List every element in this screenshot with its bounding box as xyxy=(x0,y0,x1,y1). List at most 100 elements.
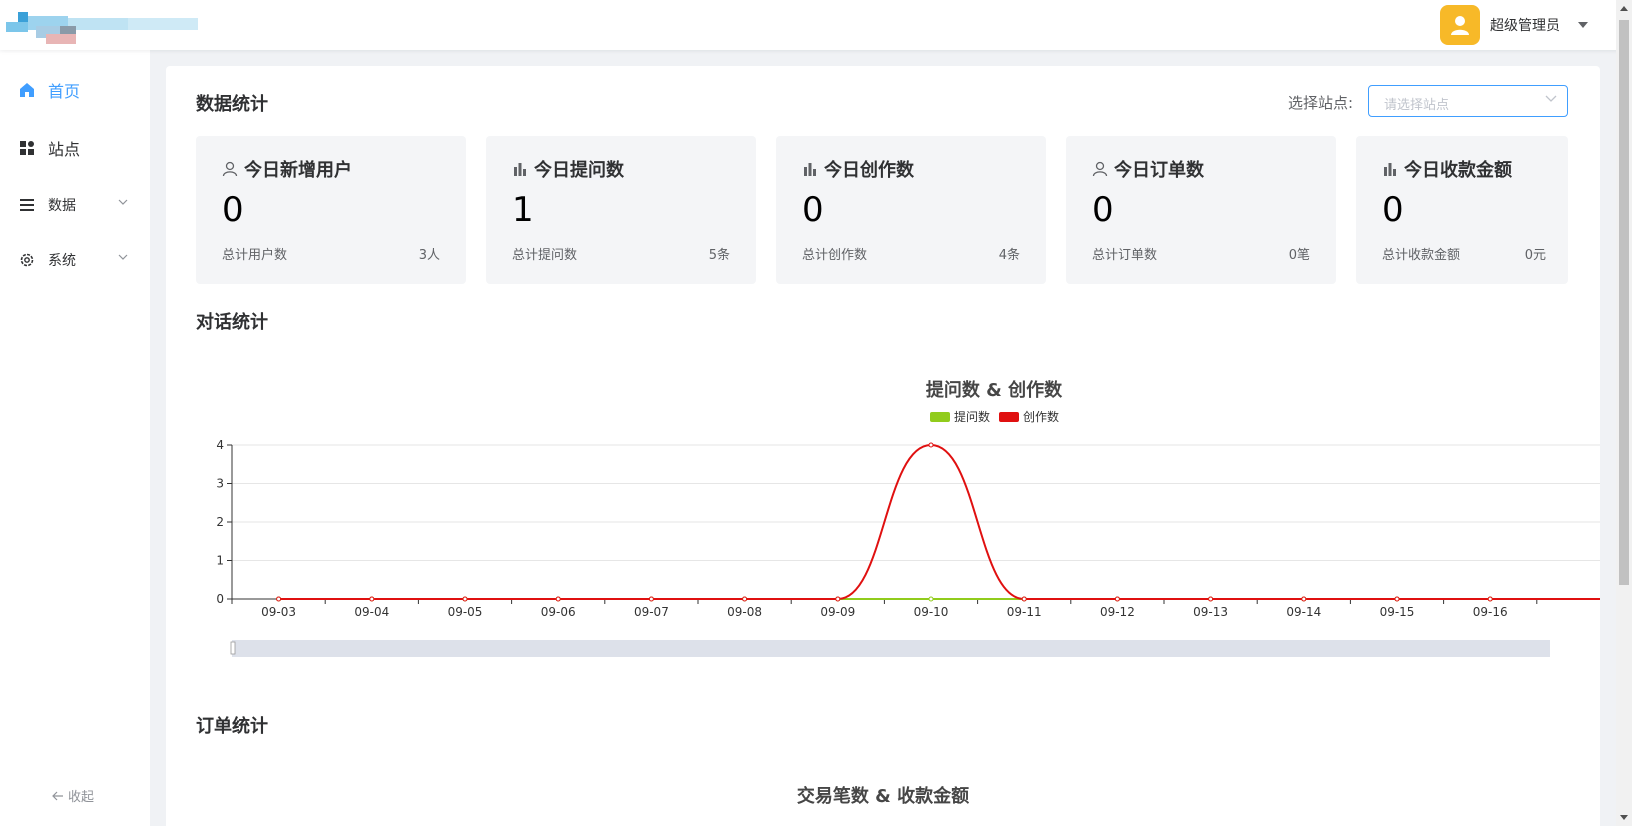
site-select[interactable]: 请选择站点 xyxy=(1368,85,1568,117)
user-outline-icon xyxy=(1092,161,1108,177)
main-panel: 数据统计 选择站点: 请选择站点 今日新增用户 0 总计用户数 3人 今日提问数… xyxy=(166,66,1600,826)
stat-card-questions: 今日提问数 1 总计提问数 5条 xyxy=(486,136,756,284)
user-menu[interactable]: 超级管理员 xyxy=(1440,5,1588,45)
card-title: 今日收款金额 xyxy=(1404,160,1512,181)
data-point xyxy=(648,596,654,602)
x-tick-label: 09-09 xyxy=(820,605,855,619)
list-icon xyxy=(18,196,36,214)
chevron-down-icon xyxy=(118,199,128,205)
x-tick-label: 09-16 xyxy=(1473,605,1508,619)
chart-title: 提问数 & 创作数 xyxy=(926,379,1063,401)
card-value: 0 xyxy=(1382,190,1404,230)
data-point xyxy=(555,596,561,602)
bar-chart-icon xyxy=(514,163,526,176)
data-point xyxy=(1114,596,1120,602)
stat-card-revenue: 今日收款金额 0 总计收款金额 0元 xyxy=(1356,136,1568,284)
sidebar-item-label: 系统 xyxy=(48,253,76,269)
site-select-placeholder: 请选择站点 xyxy=(1384,98,1450,113)
data-zoom-slider xyxy=(232,640,1550,657)
sidebar-item-home[interactable]: 首页 xyxy=(0,65,150,115)
stats-title: 数据统计 xyxy=(196,94,268,115)
user-name[interactable]: 超级管理员 xyxy=(1490,15,1560,35)
x-tick-label: 09-04 xyxy=(354,605,389,619)
x-tick-label: 09-11 xyxy=(1007,605,1042,619)
card-foot-label: 总计收款金额 xyxy=(1382,248,1461,263)
sidebar-item-data[interactable]: 数据 xyxy=(0,180,150,230)
legend-swatch xyxy=(930,412,950,422)
scrollbar-thumb[interactable] xyxy=(1619,20,1629,585)
site-logo[interactable] xyxy=(6,12,210,48)
chevron-down-icon xyxy=(118,254,128,260)
sidebar-item-label: 数据 xyxy=(48,198,76,214)
grid-icon xyxy=(18,139,36,157)
user-avatar[interactable] xyxy=(1440,5,1480,45)
y-tick-label: 1 xyxy=(216,554,224,568)
data-point xyxy=(1301,596,1307,602)
stat-card-orders: 今日订单数 0 总计订单数 0笔 xyxy=(1066,136,1336,284)
arrow-left-icon xyxy=(52,791,63,800)
data-point xyxy=(835,596,841,602)
data-point xyxy=(742,596,748,602)
bar-chart-icon xyxy=(1384,163,1396,176)
data-point xyxy=(928,442,934,448)
sidebar: 首页 站点 数据 系统 收起 xyxy=(0,50,150,826)
x-tick-label: 09-05 xyxy=(448,605,483,619)
legend-label: 提问数 xyxy=(954,409,990,424)
card-foot-total: 0元 xyxy=(1524,248,1546,263)
card-foot-label: 总计创作数 xyxy=(802,248,868,263)
x-tick-label: 09-10 xyxy=(914,605,949,619)
chevron-down-icon xyxy=(1545,95,1557,102)
scroll-down-icon[interactable] xyxy=(1620,815,1628,820)
data-zoom-handle xyxy=(230,641,236,655)
dropdown-caret-icon[interactable] xyxy=(1578,22,1588,28)
data-point xyxy=(1021,596,1027,602)
data-point xyxy=(1394,596,1400,602)
y-tick-label: 2 xyxy=(216,515,224,529)
scroll-up-icon[interactable] xyxy=(1620,6,1628,11)
dialog-line-chart: 提问数 & 创作数提问数 创作数 0 1 2 3 4 09-03 09-04 09-05 09-06… xyxy=(216,379,1600,657)
sidebar-item-system[interactable]: 系统 xyxy=(0,235,150,285)
bar-chart-icon xyxy=(804,163,816,176)
stat-card-new-users: 今日新增用户 0 总计用户数 3人 xyxy=(196,136,466,284)
y-tick-label: 3 xyxy=(216,477,224,491)
dialog-stats-title: 对话统计 xyxy=(196,312,268,333)
card-value: 1 xyxy=(512,190,534,230)
card-value: 0 xyxy=(802,190,824,230)
home-icon xyxy=(18,81,36,99)
data-point xyxy=(928,596,934,602)
card-foot-total: 5条 xyxy=(708,248,730,263)
legend-label: 创作数 xyxy=(1023,409,1059,424)
y-tick-label: 0 xyxy=(216,592,224,606)
card-value: 0 xyxy=(1092,190,1114,230)
sidebar-item-sites[interactable]: 站点 xyxy=(0,123,150,173)
data-point xyxy=(462,596,468,602)
x-tick-label: 09-14 xyxy=(1286,605,1321,619)
stat-card-creations: 今日创作数 0 总计创作数 4条 xyxy=(776,136,1046,284)
card-title: 今日新增用户 xyxy=(244,160,352,181)
data-point xyxy=(276,596,282,602)
card-foot-label: 总计提问数 xyxy=(512,248,578,263)
x-tick-label: 09-07 xyxy=(634,605,669,619)
card-foot-total: 3人 xyxy=(418,248,440,263)
card-title: 今日订单数 xyxy=(1114,160,1204,181)
top-header: 超级管理员 xyxy=(0,0,1632,50)
page-scrollbar[interactable] xyxy=(1616,0,1632,826)
data-point xyxy=(1487,596,1493,602)
x-tick-label: 09-03 xyxy=(261,605,296,619)
collapse-label: 收起 xyxy=(68,790,95,805)
x-tick-label: 09-15 xyxy=(1380,605,1415,619)
sidebar-item-label: 站点 xyxy=(48,140,81,159)
data-point xyxy=(369,596,375,602)
sidebar-item-label: 首页 xyxy=(48,82,81,101)
card-title: 今日提问数 xyxy=(534,160,624,181)
x-tick-label: 09-06 xyxy=(541,605,576,619)
user-icon xyxy=(1451,16,1469,35)
x-tick-label: 09-08 xyxy=(727,605,762,619)
collapse-sidebar-button[interactable]: 收起 xyxy=(52,786,94,805)
x-tick-label: 09-13 xyxy=(1193,605,1228,619)
order-stats-title: 订单统计 xyxy=(196,716,268,737)
gear-icon xyxy=(18,251,36,269)
user-outline-icon xyxy=(222,161,238,177)
card-foot-label: 总计用户数 xyxy=(222,248,288,263)
card-title: 今日创作数 xyxy=(824,160,914,181)
